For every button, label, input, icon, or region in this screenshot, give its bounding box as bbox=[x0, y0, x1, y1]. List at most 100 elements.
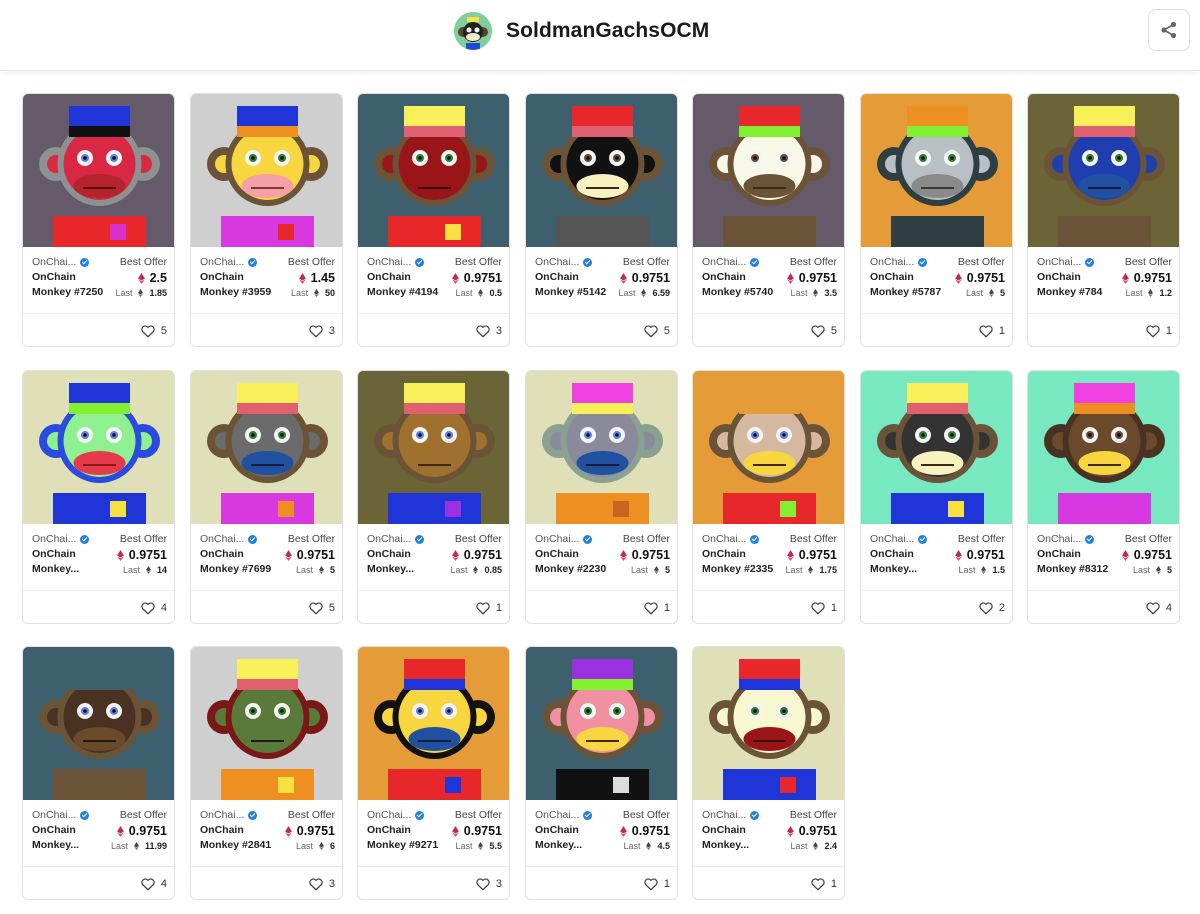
nft-card[interactable]: OnChai... OnChain Monkey #7250 Best Offe… bbox=[22, 93, 175, 347]
like-count: 5 bbox=[328, 602, 335, 614]
nft-image[interactable] bbox=[23, 371, 174, 524]
collection-name[interactable]: OnChai... bbox=[535, 256, 593, 268]
nft-card[interactable]: OnChai... OnChain Monkey... Best Offer 0… bbox=[860, 370, 1013, 624]
heart-icon[interactable] bbox=[1146, 324, 1160, 338]
nft-image[interactable] bbox=[191, 371, 342, 524]
collection-name[interactable]: OnChai... bbox=[702, 809, 760, 821]
best-offer-price: 0.9751 bbox=[786, 824, 837, 838]
nft-image[interactable] bbox=[358, 94, 509, 247]
collection-name[interactable]: OnChai... bbox=[535, 809, 593, 821]
card-footer: 5 bbox=[693, 313, 844, 346]
nft-image[interactable] bbox=[693, 647, 844, 800]
collection-name[interactable]: OnChai... bbox=[1037, 256, 1095, 268]
best-offer-label: Best Offer bbox=[119, 256, 167, 268]
nft-image[interactable] bbox=[693, 371, 844, 524]
nft-card[interactable]: OnChai... OnChain Monkey... Best Offer 0… bbox=[692, 646, 845, 900]
heart-icon[interactable] bbox=[811, 601, 825, 615]
heart-icon[interactable] bbox=[309, 877, 323, 891]
card-info: OnChai... OnChain Monkey #3959 Best Offe… bbox=[191, 247, 342, 313]
collection-name[interactable]: OnChai... bbox=[702, 256, 760, 268]
best-offer-price: 0.9751 bbox=[1121, 271, 1172, 285]
nft-image[interactable] bbox=[23, 647, 174, 800]
card-info: OnChai... OnChain Monkey... Best Offer 0… bbox=[23, 800, 174, 866]
collection-name[interactable]: OnChai... bbox=[367, 533, 425, 545]
collection-name[interactable]: OnChai... bbox=[870, 533, 928, 545]
nft-image[interactable] bbox=[23, 94, 174, 247]
like-count: 1 bbox=[1165, 325, 1172, 337]
nft-name: OnChain Monkey... bbox=[367, 548, 415, 575]
nft-card[interactable]: OnChai... OnChain Monkey #2230 Best Offe… bbox=[525, 370, 678, 624]
nft-image[interactable] bbox=[526, 647, 677, 800]
nft-card[interactable]: OnChai... OnChain Monkey #5142 Best Offe… bbox=[525, 93, 678, 347]
heart-icon[interactable] bbox=[979, 324, 993, 338]
nft-card[interactable]: OnChai... OnChain Monkey #2841 Best Offe… bbox=[190, 646, 343, 900]
heart-icon[interactable] bbox=[141, 601, 155, 615]
nft-image[interactable] bbox=[1028, 371, 1179, 524]
nft-card[interactable]: OnChai... OnChain Monkey #784 Best Offer… bbox=[1027, 93, 1180, 347]
nft-image[interactable] bbox=[693, 94, 844, 247]
heart-icon[interactable] bbox=[476, 601, 490, 615]
share-button[interactable] bbox=[1148, 9, 1190, 51]
collection-label: OnChai... bbox=[200, 256, 245, 268]
heart-icon[interactable] bbox=[811, 324, 825, 338]
collection-name[interactable]: OnChai... bbox=[367, 809, 425, 821]
collection-name[interactable]: OnChai... bbox=[200, 809, 258, 821]
nft-image[interactable] bbox=[861, 371, 1012, 524]
last-sale: Last 6.59 bbox=[618, 288, 670, 298]
card-info: OnChai... OnChain Monkey #8312 Best Offe… bbox=[1028, 524, 1179, 590]
best-offer-price: 0.9751 bbox=[954, 548, 1005, 562]
nft-card[interactable]: OnChai... OnChain Monkey #3959 Best Offe… bbox=[190, 93, 343, 347]
nft-image[interactable] bbox=[526, 371, 677, 524]
nft-image[interactable] bbox=[191, 647, 342, 800]
nft-image[interactable] bbox=[861, 94, 1012, 247]
nft-image[interactable] bbox=[526, 94, 677, 247]
nft-card[interactable]: OnChai... OnChain Monkey #5787 Best Offe… bbox=[860, 93, 1013, 347]
nft-image[interactable] bbox=[358, 647, 509, 800]
heart-icon[interactable] bbox=[644, 324, 658, 338]
heart-icon[interactable] bbox=[141, 877, 155, 891]
collection-name[interactable]: OnChai... bbox=[702, 533, 760, 545]
collection-name[interactable]: OnChai... bbox=[870, 256, 928, 268]
heart-icon[interactable] bbox=[644, 601, 658, 615]
nft-image[interactable] bbox=[358, 371, 509, 524]
collection-name[interactable]: OnChai... bbox=[535, 533, 593, 545]
heart-icon[interactable] bbox=[811, 877, 825, 891]
nft-image[interactable] bbox=[1028, 94, 1179, 247]
heart-icon[interactable] bbox=[1146, 601, 1160, 615]
collection-name[interactable]: OnChai... bbox=[32, 809, 90, 821]
collection-name[interactable]: OnChai... bbox=[32, 533, 90, 545]
nft-card[interactable]: OnChai... OnChain Monkey #7699 Best Offe… bbox=[190, 370, 343, 624]
like-count: 3 bbox=[328, 878, 335, 890]
heart-icon[interactable] bbox=[141, 324, 155, 338]
nft-card[interactable]: OnChai... OnChain Monkey #8312 Best Offe… bbox=[1027, 370, 1180, 624]
collection-brand[interactable]: SoldmanGachsOCM bbox=[454, 11, 709, 51]
nft-card[interactable]: OnChai... OnChain Monkey #9271 Best Offe… bbox=[357, 646, 510, 900]
nft-name: OnChain Monkey #9271 bbox=[367, 824, 439, 851]
collection-name[interactable]: OnChai... bbox=[200, 256, 258, 268]
collection-name[interactable]: OnChai... bbox=[367, 256, 425, 268]
card-footer: 1 bbox=[861, 313, 1012, 346]
nft-card[interactable]: OnChai... OnChain Monkey #5740 Best Offe… bbox=[692, 93, 845, 347]
best-offer-label: Best Offer bbox=[957, 256, 1005, 268]
collection-name[interactable]: OnChai... bbox=[32, 256, 90, 268]
last-sale: Last 14 bbox=[122, 565, 167, 575]
heart-icon[interactable] bbox=[309, 601, 323, 615]
heart-icon[interactable] bbox=[309, 324, 323, 338]
verified-badge-icon bbox=[750, 534, 760, 544]
nft-card[interactable]: OnChai... OnChain Monkey #4194 Best Offe… bbox=[357, 93, 510, 347]
nft-card[interactable]: OnChai... OnChain Monkey... Best Offer 0… bbox=[525, 646, 678, 900]
nft-card[interactable]: OnChai... OnChain Monkey... Best Offer 0… bbox=[22, 646, 175, 900]
collection-name[interactable]: OnChai... bbox=[1037, 533, 1095, 545]
nft-card[interactable]: OnChai... OnChain Monkey #2335 Best Offe… bbox=[692, 370, 845, 624]
nft-image[interactable] bbox=[191, 94, 342, 247]
heart-icon[interactable] bbox=[644, 877, 658, 891]
heart-icon[interactable] bbox=[476, 877, 490, 891]
nft-card[interactable]: OnChai... OnChain Monkey... Best Offer 0… bbox=[22, 370, 175, 624]
heart-icon[interactable] bbox=[979, 601, 993, 615]
eth-icon bbox=[981, 566, 987, 574]
collection-name[interactable]: OnChai... bbox=[200, 533, 258, 545]
best-offer-price: 0.9751 bbox=[1121, 548, 1172, 562]
card-info: OnChai... OnChain Monkey... Best Offer 0… bbox=[358, 524, 509, 590]
nft-card[interactable]: OnChai... OnChain Monkey... Best Offer 0… bbox=[357, 370, 510, 624]
heart-icon[interactable] bbox=[476, 324, 490, 338]
